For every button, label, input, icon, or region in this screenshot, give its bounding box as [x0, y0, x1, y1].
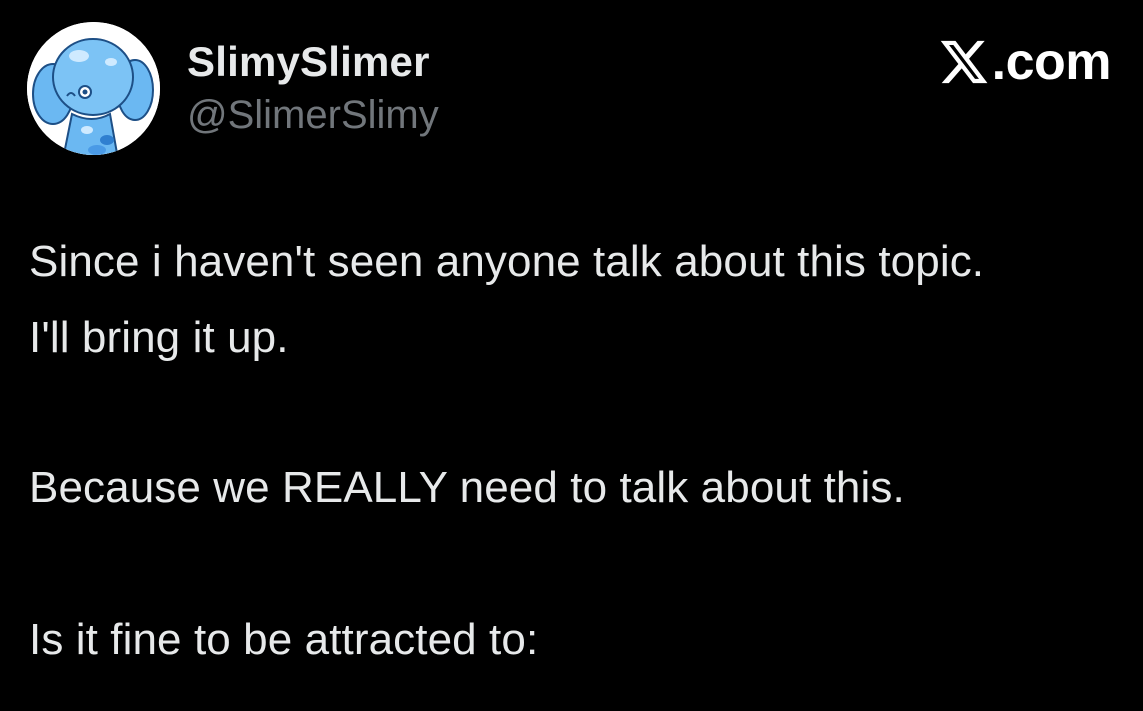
author-handle[interactable]: @SlimerSlimy	[187, 93, 439, 138]
post-text-line: I'll bring it up.	[29, 313, 289, 362]
avatar[interactable]	[27, 22, 160, 155]
brand-domain-suffix: .com	[991, 33, 1112, 91]
post-text-line: Because we REALLY need to talk about thi…	[29, 463, 905, 512]
post-text-line: Is it fine to be attracted to:	[29, 615, 539, 664]
slime-character-icon	[27, 22, 160, 155]
post-card: SlimySlimer @SlimerSlimy .com Since i ha…	[0, 0, 1143, 711]
post-text-line: Since i haven't seen anyone talk about t…	[29, 237, 985, 286]
author-display-name[interactable]: SlimySlimer	[187, 38, 430, 86]
brand-logo: .com	[938, 30, 1112, 94]
x-logo-icon	[940, 40, 988, 84]
